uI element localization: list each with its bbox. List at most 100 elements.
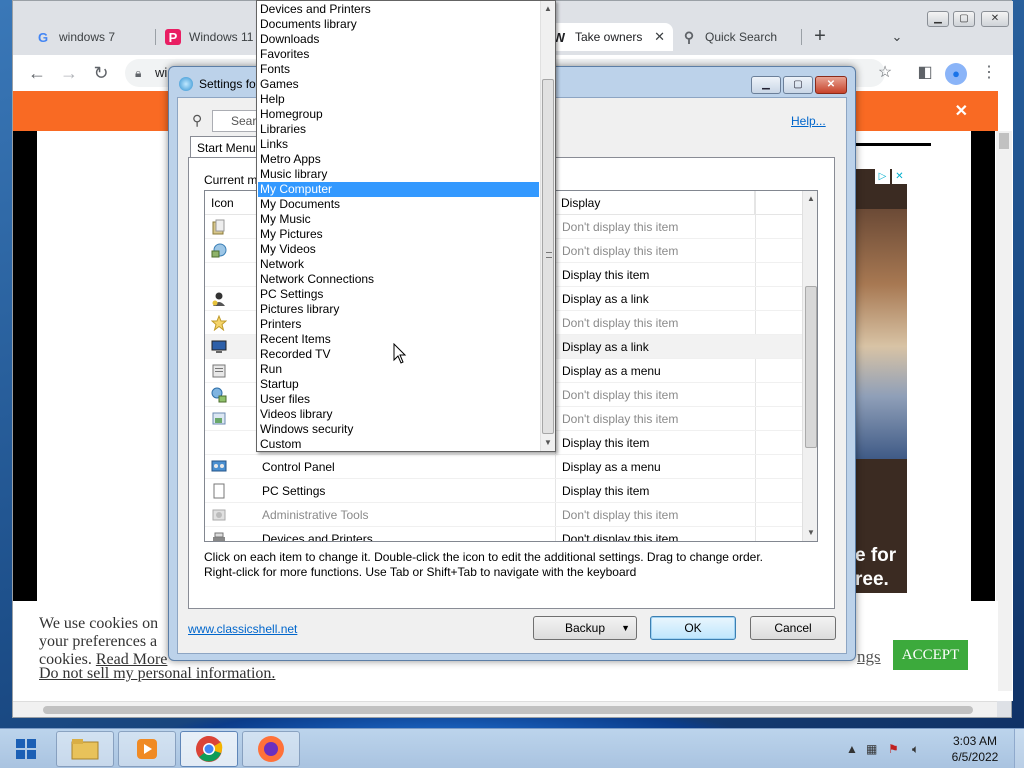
display-cell[interactable]: Display as a menu bbox=[562, 455, 758, 479]
forward-arrow-icon[interactable]: → bbox=[57, 61, 81, 85]
page-scrollbar[interactable] bbox=[996, 131, 1012, 691]
dropdown-option-selected[interactable]: My Computer bbox=[258, 182, 539, 197]
dropdown-option[interactable]: Custom bbox=[258, 437, 539, 451]
back-arrow-icon[interactable]: ← bbox=[25, 61, 49, 85]
dropdown-option[interactable]: Homegroup bbox=[258, 107, 539, 122]
dropdown-option[interactable]: User files bbox=[258, 392, 539, 407]
dropdown-option[interactable]: Favorites bbox=[258, 47, 539, 62]
volume-icon[interactable]: 🔈︎ bbox=[912, 742, 919, 757]
display-cell[interactable]: Display as a link bbox=[562, 335, 758, 359]
dropdown-option[interactable]: Devices and Printers bbox=[258, 2, 539, 17]
dialog-maximize-button[interactable]: ▢ bbox=[783, 76, 813, 94]
display-cell[interactable]: Display as a menu bbox=[562, 359, 758, 383]
dropdown-scrollbar[interactable]: ▲ ▼ bbox=[540, 1, 555, 451]
dropdown-option[interactable]: My Documents bbox=[258, 197, 539, 212]
dropdown-option[interactable]: Startup bbox=[258, 377, 539, 392]
minimize-button[interactable]: ▁ bbox=[927, 11, 949, 27]
dropdown-scroll-thumb[interactable] bbox=[542, 79, 554, 434]
dropdown-option[interactable]: Downloads bbox=[258, 32, 539, 47]
display-cell[interactable]: Don't display this item bbox=[562, 383, 758, 407]
browser-tab-3-active[interactable]: W Take owners ✕ bbox=[543, 23, 673, 51]
page-scroll-thumb[interactable] bbox=[999, 133, 1009, 149]
reload-icon[interactable]: ↻ bbox=[89, 61, 113, 85]
tab-start-menu[interactable]: Start Menu bbox=[190, 136, 264, 158]
dropdown-option[interactable]: Network Connections bbox=[258, 272, 539, 287]
browser-tab-4[interactable]: ⚲ Quick Search bbox=[673, 23, 801, 51]
accept-cookies-button[interactable]: ACCEPT bbox=[893, 640, 968, 670]
dropdown-option[interactable]: My Videos bbox=[258, 242, 539, 257]
dropdown-option[interactable]: Network bbox=[258, 257, 539, 272]
dialog-close-button[interactable]: ✕ bbox=[815, 76, 847, 94]
advertisement[interactable]: e for ree. bbox=[855, 169, 907, 593]
do-not-sell-link[interactable]: Do not sell my personal information. bbox=[39, 665, 275, 683]
dropdown-option[interactable]: Links bbox=[258, 137, 539, 152]
display-cell[interactable]: Display as a link bbox=[562, 287, 758, 311]
display-cell[interactable]: Display this item bbox=[562, 263, 758, 287]
dropdown-option[interactable]: Libraries bbox=[258, 122, 539, 137]
help-link[interactable]: Help... bbox=[791, 114, 826, 128]
grid-scrollbar[interactable]: ▲ ▼ bbox=[802, 191, 817, 541]
scroll-up-icon[interactable]: ▲ bbox=[541, 1, 555, 17]
action-center-icon[interactable]: ⚑ bbox=[888, 742, 899, 756]
cancel-button[interactable]: Cancel bbox=[750, 616, 836, 640]
display-cell[interactable]: Don't display this item bbox=[562, 311, 758, 335]
scroll-down-icon[interactable]: ▼ bbox=[541, 435, 555, 451]
dropdown-option[interactable]: Music library bbox=[258, 167, 539, 182]
horizontal-scrollbar[interactable] bbox=[13, 701, 997, 717]
close-window-button[interactable]: ✕ bbox=[981, 11, 1009, 27]
dropdown-option[interactable]: Windows security bbox=[258, 422, 539, 437]
table-row[interactable]: Administrative Tools Don't display this … bbox=[205, 503, 802, 527]
kebab-menu-icon[interactable]: ⋮ bbox=[977, 61, 1001, 85]
cookie-settings-link[interactable]: ngs bbox=[857, 647, 881, 667]
new-tab-button[interactable]: + bbox=[808, 25, 832, 49]
close-tab-icon[interactable]: ✕ bbox=[654, 29, 665, 45]
system-clock[interactable]: 3:03 AM 6/5/2022 bbox=[940, 733, 1010, 765]
column-header-display[interactable]: Display bbox=[555, 191, 755, 215]
display-cell[interactable]: Don't display this item bbox=[562, 407, 758, 431]
display-cell[interactable]: Don't display this item bbox=[562, 215, 758, 239]
maximize-button[interactable]: ▢ bbox=[953, 11, 975, 27]
display-cell[interactable]: Don't display this item bbox=[562, 239, 758, 263]
dropdown-option[interactable]: Help bbox=[258, 92, 539, 107]
classicshell-link[interactable]: www.classicshell.net bbox=[188, 622, 297, 636]
column-header-icon[interactable]: Icon bbox=[205, 191, 257, 215]
name-cell[interactable]: Administrative Tools bbox=[262, 503, 554, 527]
grid-scroll-thumb[interactable] bbox=[805, 286, 817, 448]
dropdown-option[interactable]: Printers bbox=[258, 317, 539, 332]
network-tray-icon[interactable]: ▦ bbox=[866, 742, 877, 756]
scroll-up-icon[interactable]: ▲ bbox=[803, 191, 817, 207]
scroll-down-icon[interactable]: ▼ bbox=[803, 525, 817, 541]
ad-close-icon[interactable]: ✕ bbox=[892, 169, 907, 184]
close-banner-icon[interactable]: ✕ bbox=[955, 101, 968, 121]
name-cell[interactable]: Control Panel bbox=[262, 455, 554, 479]
dropdown-option[interactable]: Metro Apps bbox=[258, 152, 539, 167]
name-cell[interactable]: PC Settings bbox=[262, 479, 554, 503]
display-cell[interactable]: Don't display this item bbox=[562, 503, 758, 527]
display-cell[interactable]: Display this item bbox=[562, 431, 758, 455]
table-row[interactable]: PC Settings Display this item bbox=[205, 479, 802, 503]
taskbar-media-player[interactable] bbox=[118, 731, 176, 767]
dropdown-option[interactable]: PC Settings bbox=[258, 287, 539, 302]
tab-search-chevron-icon[interactable]: ⌄ bbox=[885, 25, 909, 49]
profile-avatar-icon[interactable]: ● bbox=[945, 63, 967, 85]
dropdown-option[interactable]: My Music bbox=[258, 212, 539, 227]
show-hidden-icons-icon[interactable]: ▲ bbox=[846, 742, 858, 756]
side-panel-icon[interactable]: ◧ bbox=[913, 61, 937, 85]
ok-button[interactable]: OK bbox=[650, 616, 736, 640]
table-row[interactable]: Control Panel Display as a menu bbox=[205, 455, 802, 479]
horizontal-scroll-thumb[interactable] bbox=[43, 706, 973, 714]
table-row[interactable]: Devices and Printers Don't display this … bbox=[205, 527, 802, 541]
start-button[interactable] bbox=[6, 733, 46, 765]
dropdown-option[interactable]: Videos library bbox=[258, 407, 539, 422]
taskbar-firefox[interactable] bbox=[242, 731, 300, 767]
browser-tab-1[interactable]: G windows 7 bbox=[27, 23, 155, 51]
display-cell[interactable]: Don't display this item bbox=[562, 527, 758, 541]
dropdown-option[interactable]: Fonts bbox=[258, 62, 539, 77]
dropdown-option[interactable]: Documents library bbox=[258, 17, 539, 32]
item-dropdown-list[interactable]: Devices and Printers Documents library Dow… bbox=[256, 0, 556, 452]
backup-button[interactable]: Backup ▼ bbox=[533, 616, 637, 640]
bookmark-star-icon[interactable]: ☆ bbox=[873, 61, 897, 85]
dialog-minimize-button[interactable]: ▁ bbox=[751, 76, 781, 94]
taskbar-file-explorer[interactable] bbox=[56, 731, 114, 767]
show-desktop-button[interactable] bbox=[1014, 729, 1024, 768]
